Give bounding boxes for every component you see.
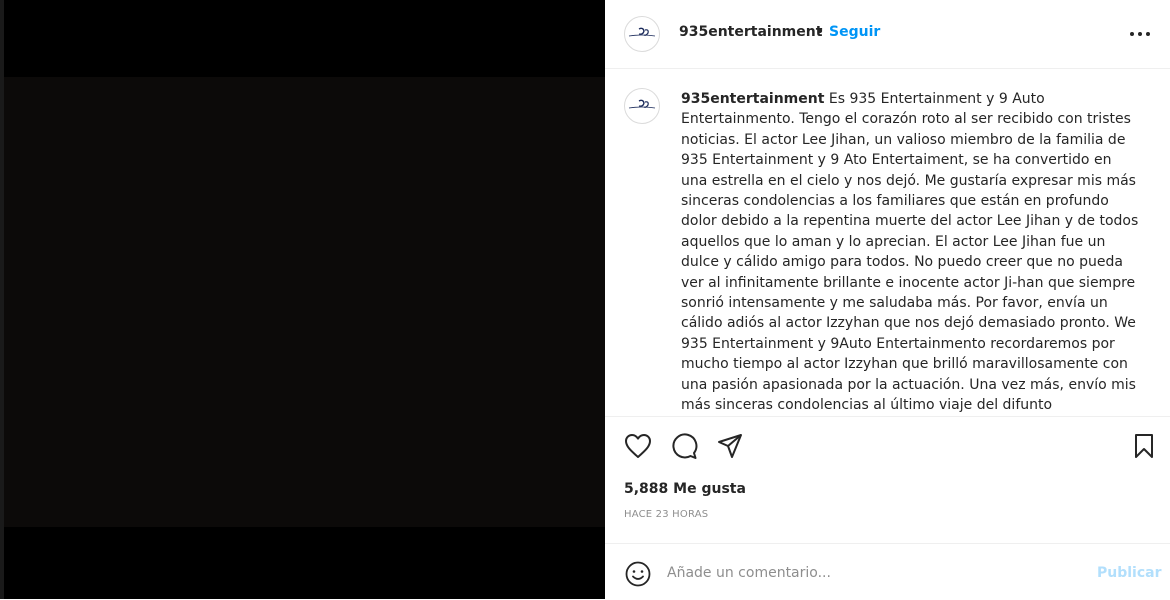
comment-input[interactable] xyxy=(667,560,1067,586)
post-panel: 935entertainment • Seguir 935entertainme… xyxy=(605,0,1170,599)
share-button[interactable] xyxy=(715,431,745,461)
caption-username[interactable]: 935entertainment xyxy=(681,91,824,107)
post-media xyxy=(0,0,605,599)
separator-dot: • xyxy=(816,24,825,40)
follow-button[interactable]: Seguir xyxy=(829,24,880,40)
caption-text: Es 935 Entertainment y 9 Auto Entertainm… xyxy=(681,91,1139,414)
like-button[interactable] xyxy=(623,431,653,461)
timestamp[interactable]: HACE 23 HORAS xyxy=(624,509,708,520)
paper-plane-icon xyxy=(718,434,742,458)
caption-section: 935entertainment Es 935 Entertainment y … xyxy=(605,69,1170,415)
comment-button[interactable] xyxy=(669,431,699,461)
more-options-button[interactable] xyxy=(1125,20,1155,48)
username[interactable]: 935entertainment xyxy=(679,24,822,40)
bookmark-icon xyxy=(1135,434,1153,458)
post-image[interactable] xyxy=(4,77,605,527)
avatar[interactable] xyxy=(624,16,660,52)
smiley-icon xyxy=(625,561,651,587)
post-caption: 935entertainment Es 935 Entertainment y … xyxy=(681,89,1141,415)
heart-icon xyxy=(625,434,651,458)
comment-bar: Publicar xyxy=(605,543,1170,600)
comment-icon xyxy=(672,433,698,459)
caption-avatar[interactable] xyxy=(624,88,660,124)
save-button[interactable] xyxy=(1129,431,1159,461)
action-bar: 5,888 Me gusta HACE 23 HORAS xyxy=(605,416,1170,544)
logo-icon xyxy=(628,27,656,37)
logo-icon xyxy=(628,99,656,109)
like-count[interactable]: 5,888 Me gusta xyxy=(624,481,746,497)
emoji-button[interactable] xyxy=(624,560,652,588)
post-header: 935entertainment • Seguir xyxy=(605,0,1170,69)
more-horizontal-icon xyxy=(1130,32,1150,36)
publish-button[interactable]: Publicar xyxy=(1097,565,1162,581)
